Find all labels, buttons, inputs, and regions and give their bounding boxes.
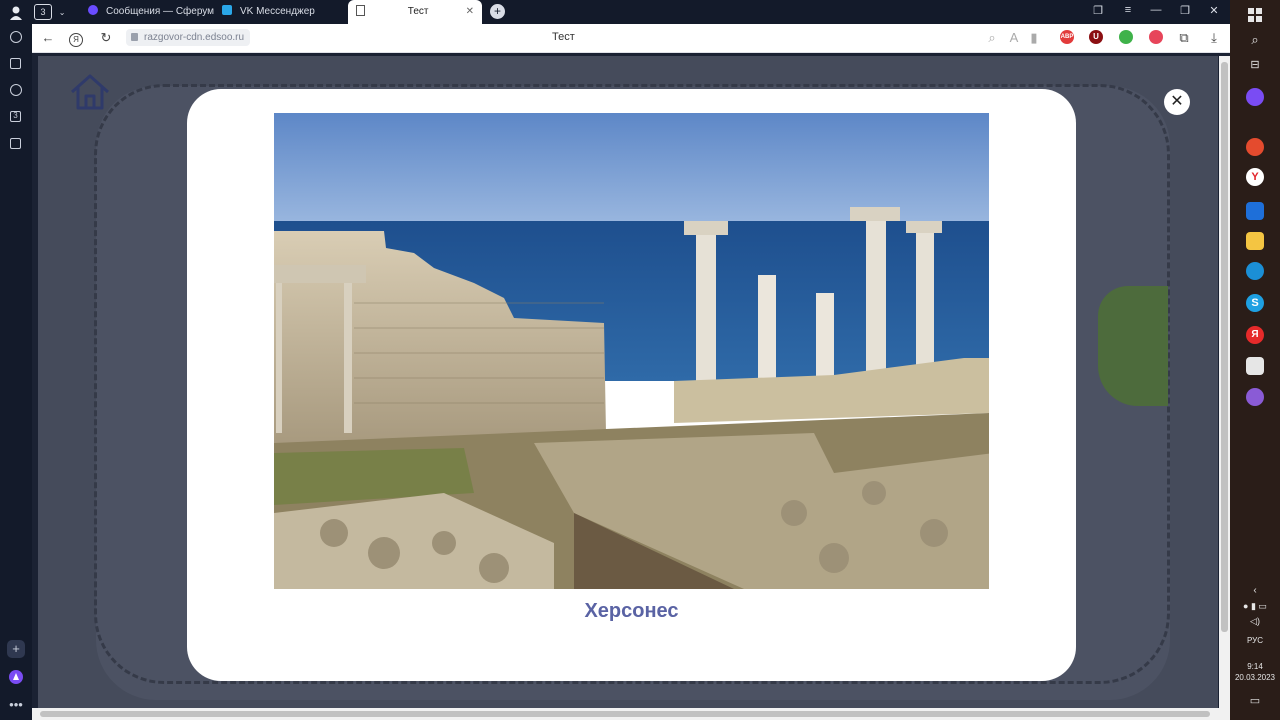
tray-icons[interactable]: ● ▮ ▭ xyxy=(1230,601,1280,612)
horizontal-scrollbar[interactable] xyxy=(32,708,1230,720)
alice-icon[interactable] xyxy=(1246,88,1264,106)
screenshot-icon[interactable] xyxy=(7,135,25,153)
home-icon[interactable] xyxy=(68,70,112,114)
page-title: Тест xyxy=(552,31,575,43)
tab-counter[interactable]: 3 ⌄ xyxy=(34,0,72,24)
vertical-scrollbar[interactable] xyxy=(1219,56,1230,708)
horizontal-scroll-thumb[interactable] xyxy=(40,711,1210,717)
lock-icon xyxy=(131,33,138,41)
collections-icon[interactable] xyxy=(7,55,25,73)
chevron-down-icon: ⌄ xyxy=(58,8,66,17)
page-icon xyxy=(356,4,365,16)
close-window-icon[interactable]: ✕ xyxy=(1206,4,1222,17)
yandex-icon[interactable]: Я xyxy=(1246,326,1264,344)
tab-test[interactable]: Тест ✕ xyxy=(348,0,482,24)
yandex-browser-icon[interactable]: Y xyxy=(1246,168,1264,186)
background-decoration xyxy=(1098,286,1168,406)
clock-time[interactable]: 9:14 xyxy=(1230,662,1280,671)
close-modal-button[interactable]: ✕ xyxy=(1164,89,1190,115)
edge-icon[interactable] xyxy=(1246,262,1264,280)
store-icon[interactable] xyxy=(1246,357,1264,375)
plus-icon: + xyxy=(490,4,505,19)
add-panel-icon[interactable]: + xyxy=(7,640,25,658)
image-caption: Херсонес xyxy=(584,600,679,622)
chevron-up-icon[interactable]: ‹ xyxy=(1230,585,1280,596)
language-indicator[interactable]: РУС xyxy=(1230,636,1280,645)
task-view-icon[interactable]: ⊟ xyxy=(1246,58,1264,76)
browser-app-icon[interactable] xyxy=(1246,138,1264,156)
sferum-icon xyxy=(88,5,98,16)
download-icon[interactable]: ⤓ xyxy=(1206,30,1222,46)
yandex-icon[interactable]: Я xyxy=(68,30,84,47)
alice-icon[interactable] xyxy=(7,668,25,686)
search-icon[interactable]: ⌕ xyxy=(1246,32,1264,50)
abp-icon[interactable]: ABP xyxy=(1060,30,1074,44)
mail-icon[interactable] xyxy=(1246,202,1264,220)
shield-icon[interactable] xyxy=(1119,30,1133,44)
translate-icon[interactable]: A xyxy=(1006,30,1022,46)
skype-icon[interactable]: S xyxy=(1246,294,1264,312)
windows-start-icon[interactable] xyxy=(1246,6,1264,24)
explorer-icon[interactable] xyxy=(1246,232,1264,250)
minimize-icon[interactable]: — xyxy=(1148,4,1164,16)
ublock-icon[interactable]: U xyxy=(1089,30,1103,44)
new-tab-button[interactable]: + xyxy=(490,0,506,24)
counter-icon[interactable]: 3 xyxy=(7,108,25,126)
viber-icon[interactable] xyxy=(1246,388,1264,406)
chersonesus-photo xyxy=(274,113,989,589)
bookmark-icon[interactable]: ▮ xyxy=(1026,30,1042,46)
play-icon[interactable] xyxy=(7,81,25,99)
pocket-icon[interactable] xyxy=(1149,30,1163,44)
notifications-icon[interactable]: ▭ xyxy=(1230,694,1280,707)
restore-icon[interactable]: ❐ xyxy=(1177,4,1193,17)
vertical-scroll-thumb[interactable] xyxy=(1221,62,1228,632)
address-bar: ← Я ↻ razgovor-cdn.edsoo.ru Тест ⌕ A ▮ A… xyxy=(32,24,1230,53)
clock-date[interactable]: 20.03.2023 xyxy=(1230,673,1280,682)
back-icon[interactable]: ← xyxy=(40,30,56,46)
windows-taskbar: ⌕ ⊟ Y S Я ‹ ● ▮ ▭ ◁) РУС 9:14 20.03.2023… xyxy=(1230,0,1280,720)
bookmarks-icon[interactable]: ❐ xyxy=(1090,4,1106,17)
history-icon[interactable] xyxy=(7,28,25,46)
search-icon[interactable]: ⌕ xyxy=(984,30,1000,46)
close-tab-icon[interactable]: ✕ xyxy=(466,0,474,24)
tab-sferum[interactable]: Сообщения — Сферум xyxy=(88,0,238,24)
extensions-icon[interactable]: ⧉ xyxy=(1176,30,1192,46)
menu-icon[interactable]: ≡ xyxy=(1120,4,1136,16)
more-icon[interactable]: ••• xyxy=(7,696,25,714)
close-icon: ✕ xyxy=(1170,93,1184,110)
reload-icon[interactable]: ↻ xyxy=(98,30,114,46)
vk-icon xyxy=(222,5,232,16)
profile-icon[interactable] xyxy=(7,4,25,22)
url-field[interactable]: razgovor-cdn.edsoo.ru xyxy=(126,29,251,46)
browser-sidebar: 3 + ••• xyxy=(0,0,32,720)
tab-vk-messenger[interactable]: VK Мессенджер xyxy=(222,0,342,24)
volume-icon[interactable]: ◁) xyxy=(1230,616,1280,627)
tab-strip: 3 ⌄ Сообщения — Сферум VK Мессенджер Тес… xyxy=(32,0,1230,24)
